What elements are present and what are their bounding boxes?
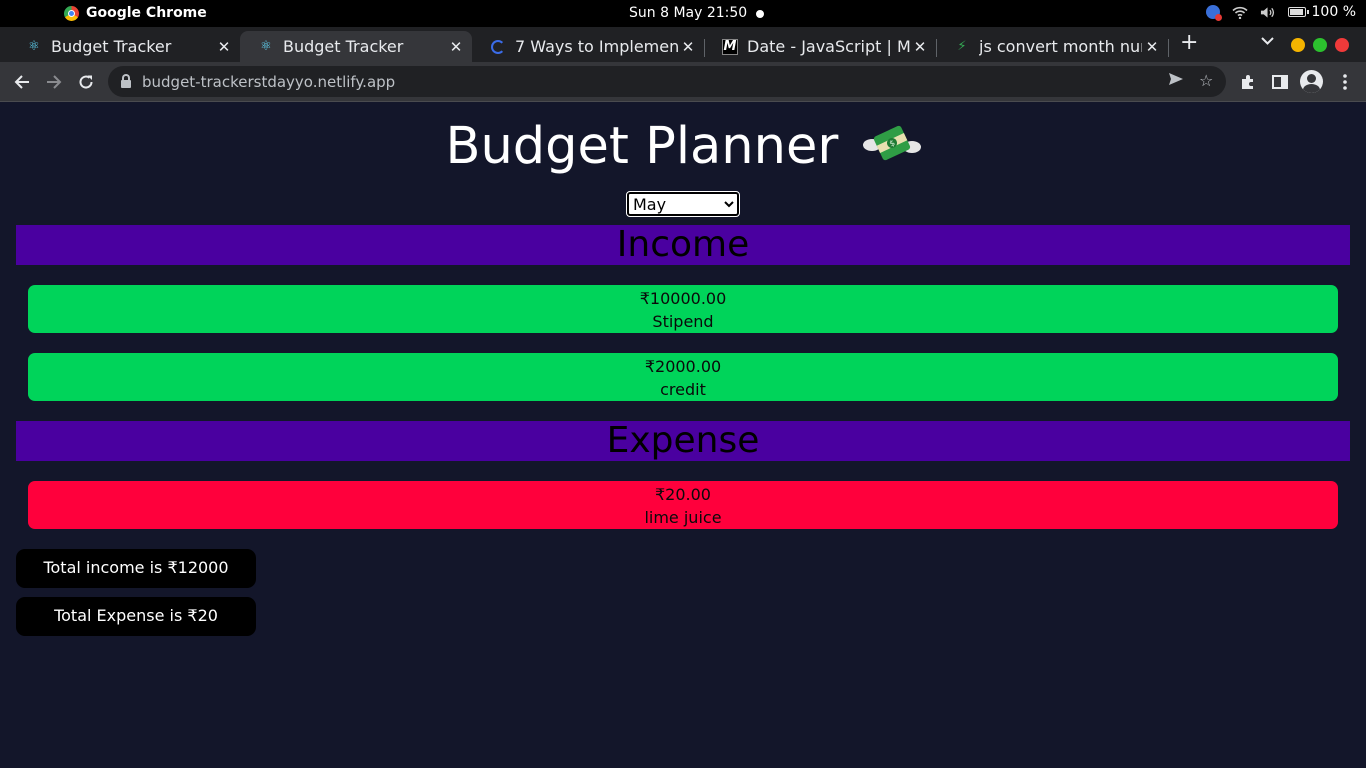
month-select[interactable]: May bbox=[626, 191, 740, 217]
site-icon: ⚡ bbox=[957, 39, 967, 54]
notification-dot-icon bbox=[756, 10, 764, 18]
new-tab-button[interactable]: + bbox=[1180, 30, 1198, 55]
income-amount: ₹10000.00 bbox=[639, 289, 727, 308]
income-description: credit bbox=[660, 380, 706, 399]
volume-icon[interactable] bbox=[1260, 5, 1276, 19]
total-income-box: Total income is ₹12000 bbox=[16, 549, 256, 588]
close-icon[interactable]: ✕ bbox=[214, 38, 234, 56]
expense-amount: ₹20.00 bbox=[655, 485, 711, 504]
os-active-app[interactable]: Google Chrome bbox=[64, 5, 207, 21]
os-top-bar: Google Chrome Sun 8 May 21:50 100 % bbox=[0, 0, 1366, 27]
close-icon[interactable]: ✕ bbox=[446, 38, 466, 56]
reload-button[interactable] bbox=[74, 70, 98, 94]
tab-strip: ⚛ Budget Tracker ✕ ⚛ Budget Tracker ✕ 7 … bbox=[0, 27, 1366, 62]
page-title: Budget Planner bbox=[445, 117, 839, 176]
os-app-name: Google Chrome bbox=[86, 5, 207, 21]
tab-search-chevron-icon[interactable] bbox=[1261, 34, 1274, 49]
url-text[interactable]: budget-trackerstdayyo.netlify.app bbox=[142, 73, 395, 91]
battery-icon[interactable] bbox=[1287, 7, 1309, 17]
bookmark-star-icon[interactable]: ☆ bbox=[1199, 71, 1213, 90]
tab-budget-tracker-2[interactable]: ⚛ Budget Tracker ✕ bbox=[240, 31, 472, 62]
income-amount: ₹2000.00 bbox=[644, 357, 722, 376]
tab-budget-tracker-1[interactable]: ⚛ Budget Tracker ✕ bbox=[8, 31, 240, 62]
browser-toolbar: budget-trackerstdayyo.netlify.app ☆ bbox=[0, 62, 1366, 102]
income-item[interactable]: ₹2000.00 credit bbox=[28, 353, 1338, 401]
expense-description: lime juice bbox=[644, 508, 722, 527]
extensions-puzzle-icon[interactable] bbox=[1236, 70, 1260, 94]
wifi-icon[interactable] bbox=[1231, 5, 1248, 19]
tab-js-convert[interactable]: ⚡ js convert month num ✕ bbox=[936, 31, 1168, 62]
close-icon[interactable]: ✕ bbox=[910, 38, 930, 56]
income-description: Stipend bbox=[652, 312, 714, 331]
react-icon: ⚛ bbox=[28, 39, 40, 54]
tab-title: Budget Tracker bbox=[283, 37, 404, 56]
expense-section-header: Expense bbox=[16, 421, 1350, 461]
tab-title: Budget Tracker bbox=[51, 37, 172, 56]
page-content: Budget Planner $ May Income ₹10000.00 St… bbox=[0, 102, 1366, 768]
mdn-icon: M bbox=[722, 38, 738, 55]
money-with-wings-icon: $ bbox=[862, 119, 921, 167]
tab-title: 7 Ways to Implement bbox=[515, 37, 678, 56]
os-clock[interactable]: Sun 8 May 21:50 bbox=[629, 5, 747, 21]
side-panel-icon[interactable] bbox=[1268, 70, 1292, 94]
maximize-button[interactable] bbox=[1313, 38, 1327, 52]
tab-7-ways[interactable]: 7 Ways to Implement ✕ bbox=[472, 31, 704, 62]
address-bar[interactable]: budget-trackerstdayyo.netlify.app ☆ bbox=[108, 66, 1226, 97]
forward-button[interactable] bbox=[42, 70, 66, 94]
expense-item[interactable]: ₹20.00 lime juice bbox=[28, 481, 1338, 529]
income-section-header: Income bbox=[16, 225, 1350, 265]
close-icon[interactable]: ✕ bbox=[1142, 38, 1162, 56]
income-item[interactable]: ₹10000.00 Stipend bbox=[28, 285, 1338, 333]
tab-title: Date - JavaScript | MD bbox=[747, 37, 910, 56]
page-title-row: Budget Planner $ bbox=[0, 116, 1366, 178]
battery-percent: 100 % bbox=[1311, 4, 1356, 20]
spinner-icon bbox=[490, 39, 506, 55]
system-tray[interactable]: 100 % bbox=[1205, 4, 1356, 21]
react-icon: ⚛ bbox=[260, 39, 272, 54]
tray-app-icon[interactable] bbox=[1205, 5, 1222, 21]
total-expense-box: Total Expense is ₹20 bbox=[16, 597, 256, 636]
tab-separator bbox=[1168, 39, 1169, 57]
minimize-button[interactable] bbox=[1291, 38, 1305, 52]
tab-title: js convert month num bbox=[979, 37, 1142, 56]
back-button[interactable] bbox=[10, 70, 34, 94]
send-icon[interactable] bbox=[1168, 71, 1184, 91]
more-menu-icon[interactable] bbox=[1333, 70, 1357, 94]
lock-icon[interactable] bbox=[121, 73, 131, 88]
chrome-logo-icon bbox=[64, 5, 79, 21]
close-icon[interactable]: ✕ bbox=[678, 38, 698, 56]
profile-avatar-icon[interactable] bbox=[1300, 70, 1323, 93]
tab-date-mdn[interactable]: M Date - JavaScript | MD ✕ bbox=[704, 31, 936, 62]
close-window-button[interactable] bbox=[1335, 38, 1349, 52]
